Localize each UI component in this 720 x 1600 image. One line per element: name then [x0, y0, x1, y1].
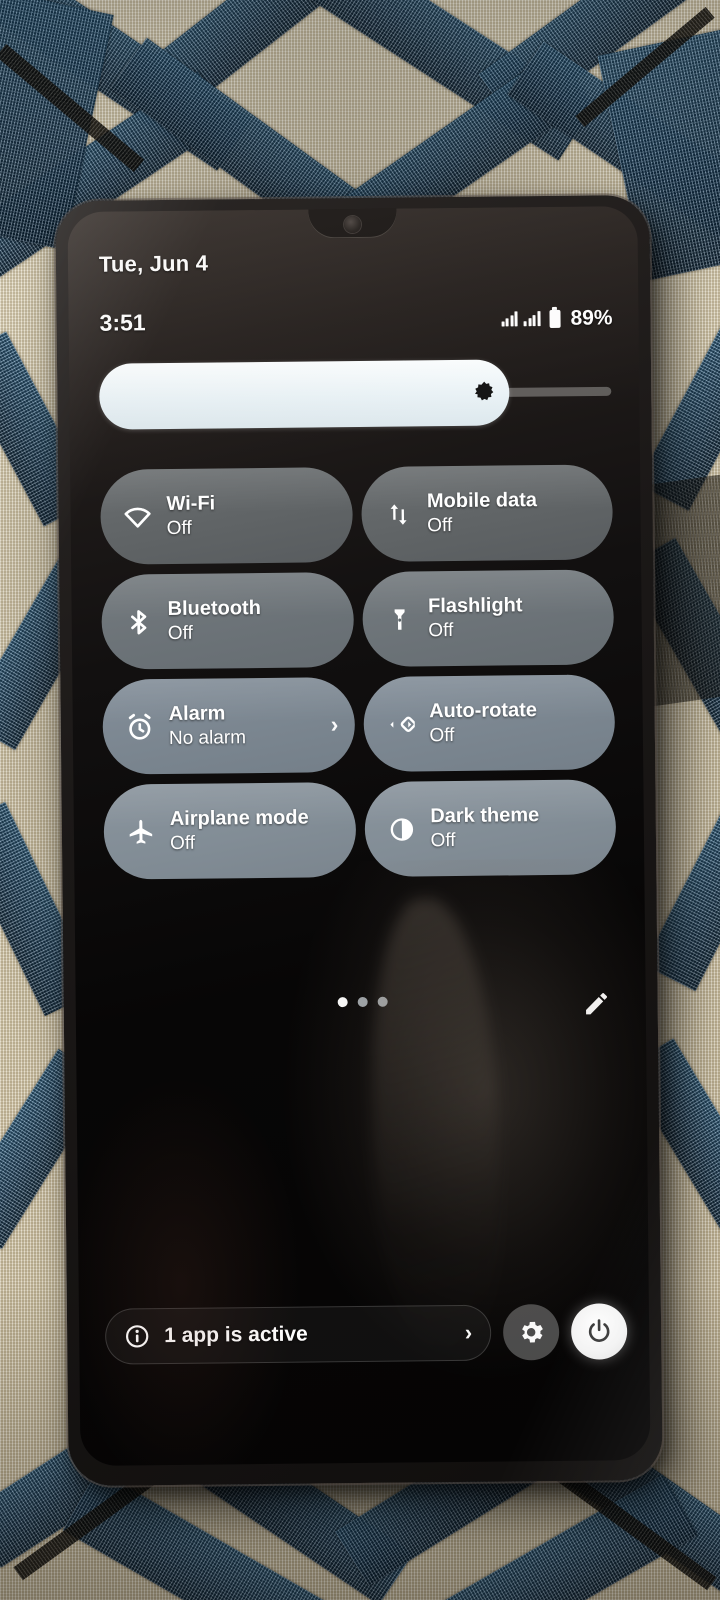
power-button[interactable] — [570, 1303, 628, 1360]
qs-tile-subtitle: Off — [430, 830, 456, 852]
flashlight-icon — [382, 602, 416, 636]
status-clock: 3:51 — [99, 309, 146, 336]
signal-bars-icon — [501, 311, 519, 327]
alarm-clock-icon — [123, 710, 157, 744]
active-apps-label: 1 app is active — [164, 1322, 308, 1348]
page-dot[interactable] — [357, 996, 368, 1008]
qs-tile-dark-theme[interactable]: Dark theme Off — [363, 779, 617, 877]
gear-icon — [516, 1317, 546, 1347]
qs-tile-title: Bluetooth — [167, 597, 261, 621]
qs-tile-airplane-mode[interactable]: Airplane mode Off — [103, 782, 356, 880]
status-date: Tue, Jun 4 — [98, 250, 209, 277]
qs-tile-subtitle: Off — [167, 622, 193, 645]
info-circle-icon — [124, 1323, 150, 1349]
settings-button[interactable] — [502, 1303, 560, 1361]
qs-tile-labels: Wi-Fi Off — [166, 491, 336, 539]
qs-tile-subtitle: No alarm — [168, 727, 247, 750]
mobile-data-icon — [381, 497, 415, 531]
battery-percent-label: 89% — [570, 305, 613, 330]
qs-tile-title: Dark theme — [430, 804, 540, 828]
power-icon — [584, 1316, 614, 1346]
qs-tile-title: Wi-Fi — [166, 492, 216, 516]
qs-tile-subtitle: Off — [427, 515, 453, 537]
airplane-icon — [124, 815, 158, 849]
qs-tile-labels: Airplane mode Off — [170, 806, 340, 854]
dark-theme-icon — [384, 812, 418, 846]
qs-pager-row — [106, 986, 620, 1031]
pencil-edit-icon[interactable] — [582, 988, 612, 1018]
quick-settings-panel: Tue, Jun 4 3:51 89% Wi-Fi Off Mobile dat… — [67, 206, 650, 1466]
brightness-sun-icon — [471, 380, 497, 406]
qs-tile-subtitle: Off — [166, 517, 192, 540]
status-bar: 3:51 89% — [99, 304, 612, 336]
qs-tile-wifi[interactable]: Wi-Fi Off — [100, 467, 353, 565]
qs-tile-mobile-data[interactable]: Mobile data Off — [360, 464, 614, 562]
wifi-icon — [120, 500, 154, 534]
qs-tile-subtitle: Off — [429, 725, 455, 747]
qs-tile-title: Alarm — [168, 702, 226, 726]
brightness-slider[interactable] — [98, 358, 612, 430]
signal-bars-icon — [524, 311, 541, 327]
chevron-right-icon[interactable]: › — [330, 711, 338, 737]
qs-tile-title: Flashlight — [427, 594, 523, 618]
chevron-right-icon[interactable]: › — [465, 1320, 473, 1345]
qs-tile-labels: Auto-rotate Off — [429, 699, 599, 747]
phone-screen: Tue, Jun 4 3:51 89% Wi-Fi Off Mobile dat… — [67, 206, 651, 1466]
active-apps-chip[interactable]: 1 app is active › — [104, 1304, 492, 1365]
bluetooth-icon — [122, 605, 156, 639]
qs-tile-title: Airplane mode — [169, 806, 309, 831]
page-indicator-dots[interactable] — [337, 996, 388, 1008]
auto-rotate-icon — [383, 707, 417, 741]
battery-icon — [549, 309, 561, 328]
page-dot[interactable] — [377, 996, 388, 1007]
qs-tile-title: Mobile data — [426, 489, 538, 513]
qs-tile-labels: Flashlight Off — [428, 594, 598, 642]
status-icon-group: 89% — [501, 305, 613, 331]
qs-tile-labels: Mobile data Off — [427, 489, 597, 537]
qs-tile-labels: Bluetooth Off — [167, 596, 337, 644]
qs-tile-bluetooth[interactable]: Bluetooth Off — [101, 572, 354, 670]
front-camera-icon — [343, 215, 362, 234]
photo-scene: Tue, Jun 4 3:51 89% Wi-Fi Off Mobile dat… — [0, 0, 720, 1600]
page-dot-active[interactable] — [337, 997, 348, 1008]
qs-tile-subtitle: Off — [428, 620, 454, 642]
qs-tile-alarm[interactable]: Alarm No alarm › — [102, 677, 355, 775]
waterdrop-notch — [308, 207, 397, 239]
qs-tile-auto-rotate[interactable]: Auto-rotate Off — [362, 674, 616, 772]
phone-device: Tue, Jun 4 3:51 89% Wi-Fi Off Mobile dat… — [55, 194, 663, 1487]
qs-footer: 1 app is active › — [104, 1302, 628, 1365]
qs-tile-flashlight[interactable]: Flashlight Off — [361, 569, 615, 667]
qs-tile-title: Auto-rotate — [429, 699, 538, 723]
brightness-fill — [98, 359, 510, 430]
qs-tile-subtitle: Off — [169, 832, 196, 855]
qs-tile-labels: Alarm No alarm — [169, 702, 327, 750]
quick-settings-tiles: Wi-Fi Off Mobile data Off Bluetooth Off … — [100, 464, 617, 880]
qs-tile-labels: Dark theme Off — [430, 804, 600, 852]
